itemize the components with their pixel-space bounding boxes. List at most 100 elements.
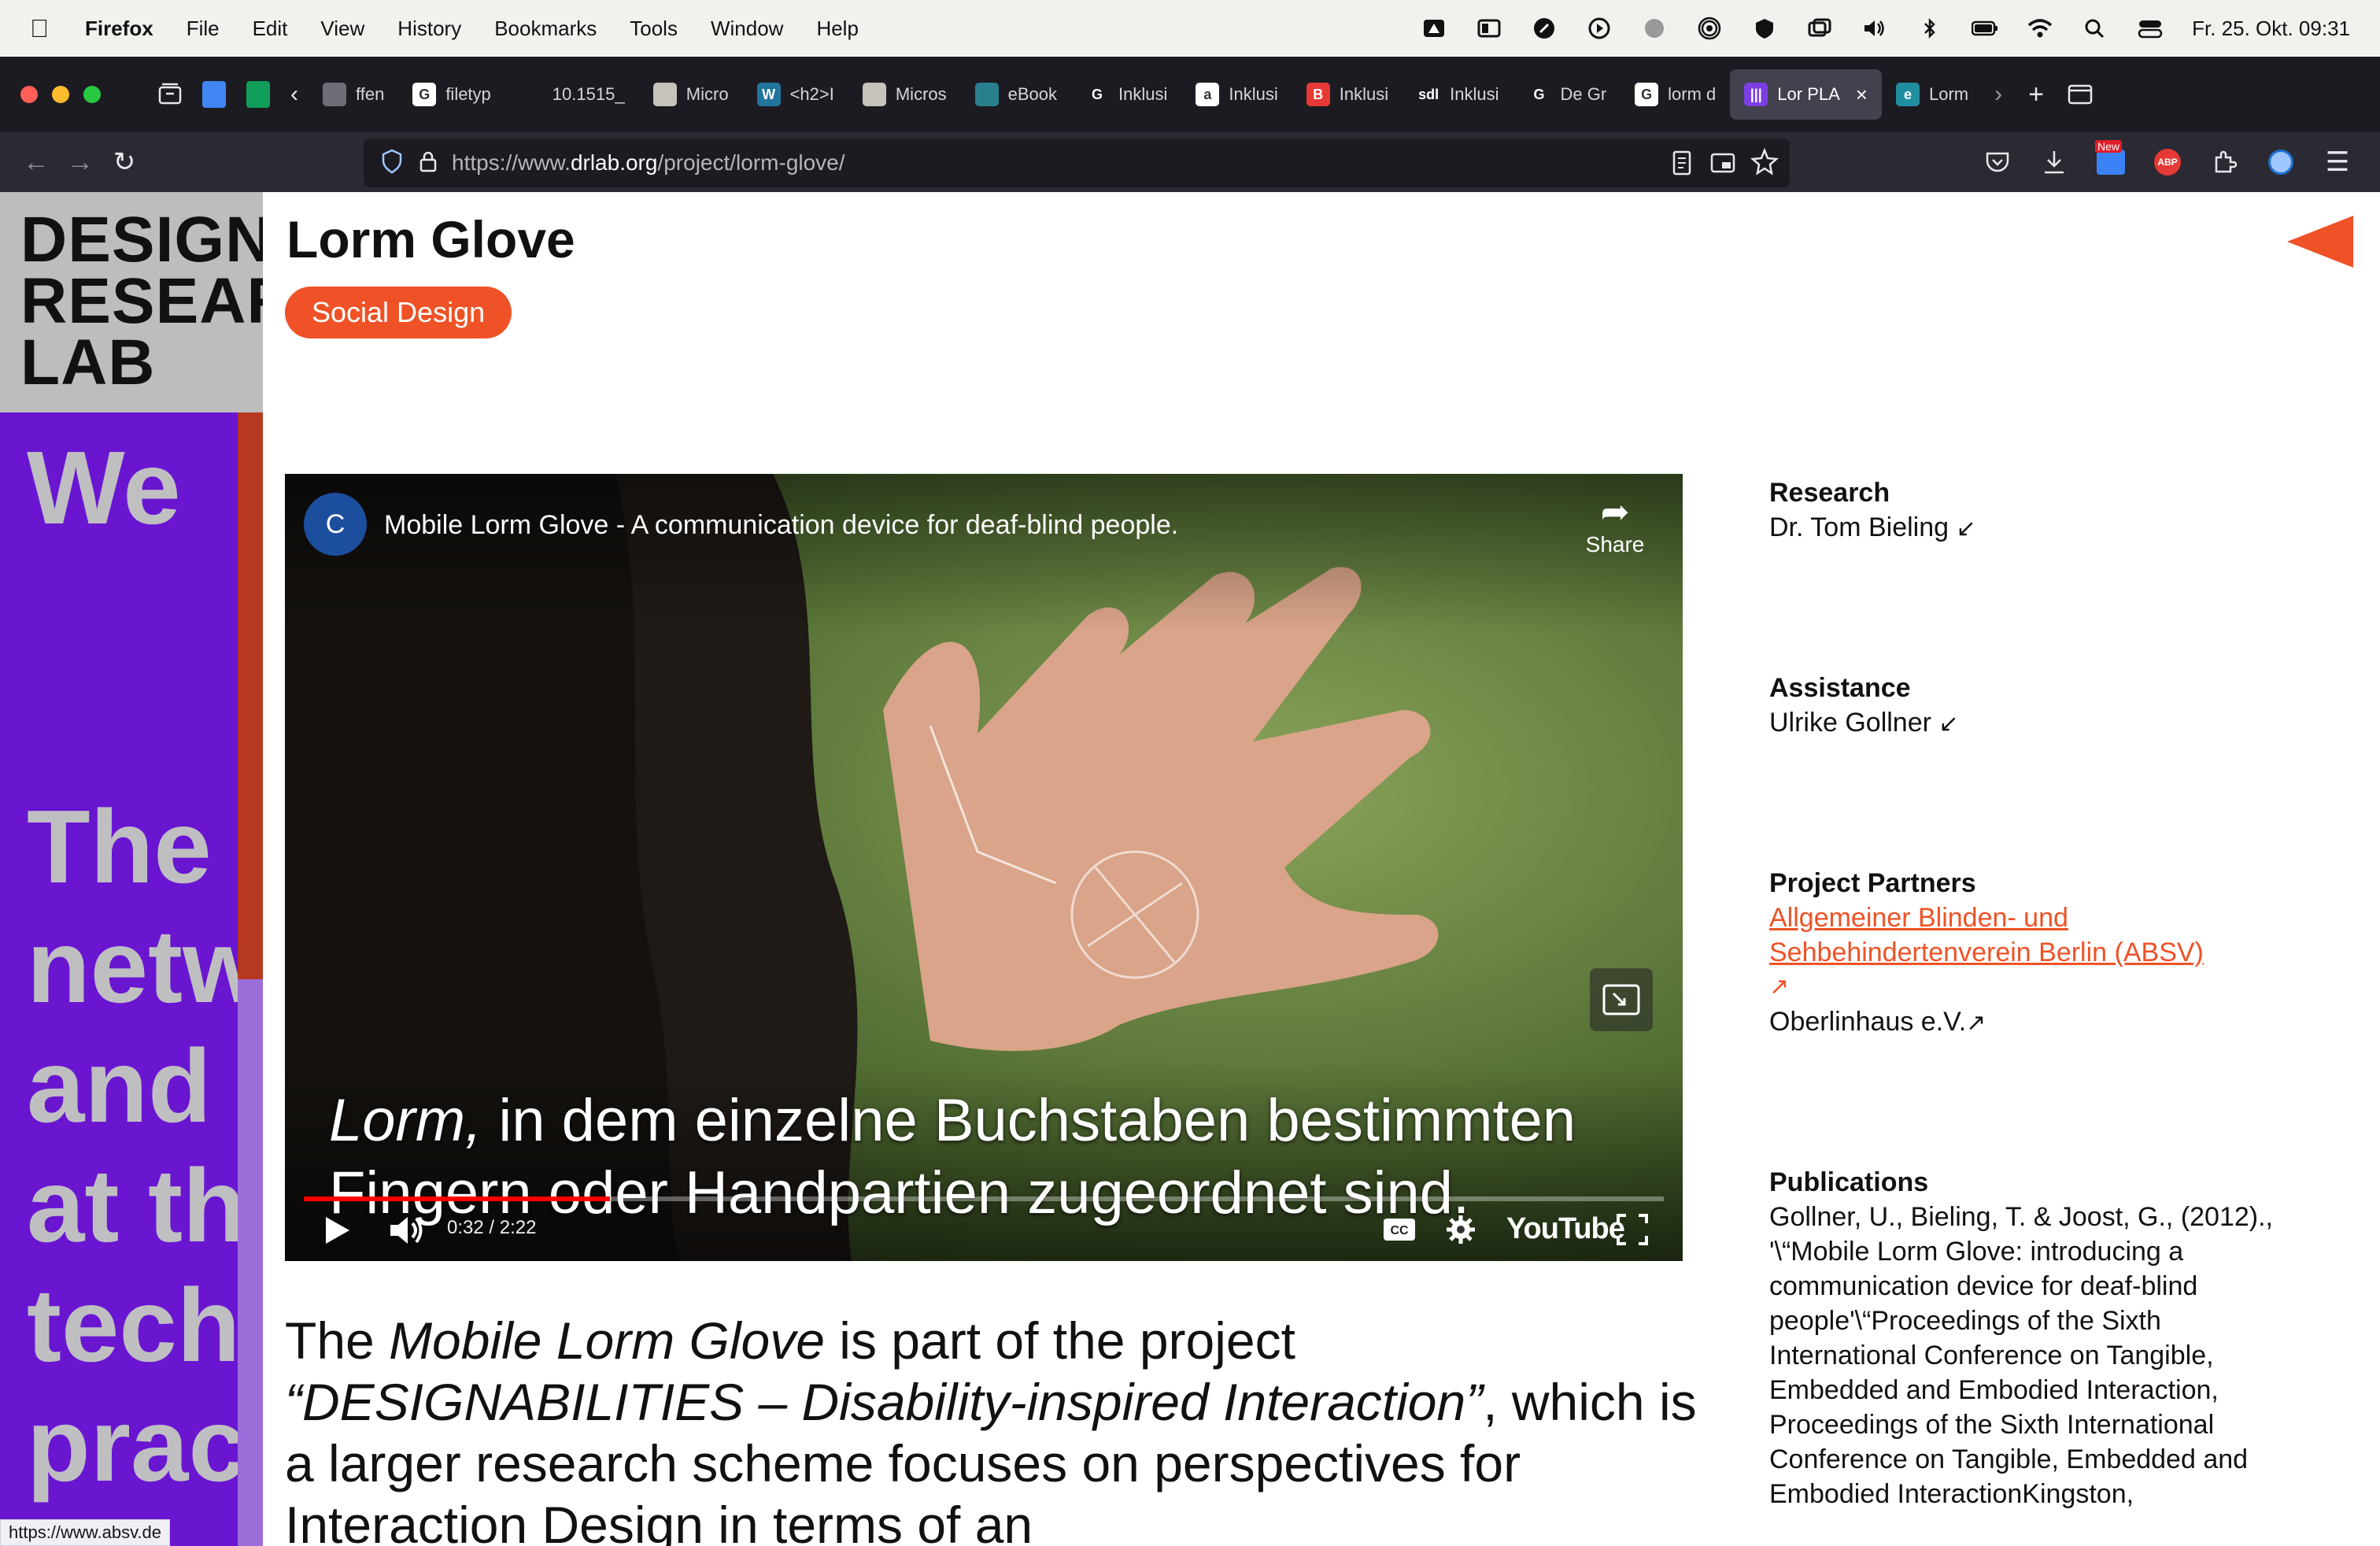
- bookmark-star-icon[interactable]: [1750, 147, 1779, 180]
- bluetooth-icon[interactable]: [1916, 17, 1943, 40]
- back-icon[interactable]: ←: [14, 140, 58, 184]
- miniplayer-icon[interactable]: [1590, 968, 1653, 1031]
- new-tab-icon[interactable]: +: [2014, 72, 2058, 117]
- downloads-icon[interactable]: [2032, 140, 2076, 184]
- apple-icon[interactable]: : [30, 14, 61, 43]
- share-button[interactable]: ➦ Share: [1576, 493, 1654, 557]
- screens-icon[interactable]: [1806, 17, 1833, 40]
- assistance-link[interactable]: Ulrike Gollner ↙: [1769, 705, 2304, 742]
- app-status-icon[interactable]: [1531, 17, 1558, 40]
- minimize-window-button[interactable]: [52, 86, 69, 103]
- category-tag[interactable]: Social Design: [285, 287, 512, 338]
- forward-icon[interactable]: →: [58, 140, 102, 184]
- app-menu-firefox[interactable]: Firefox: [85, 17, 153, 41]
- window-icon[interactable]: [1476, 17, 1502, 40]
- tab-close-icon[interactable]: ×: [1856, 83, 1868, 107]
- tab-label: Inklusi: [1229, 84, 1278, 104]
- side-menu-panel[interactable]: We The network and r at th tech prac: [0, 412, 238, 1546]
- volume-button-icon[interactable]: [387, 1212, 427, 1248]
- partner-absv-link[interactable]: Allgemeiner Blinden- und Sehbehindertenve…: [1769, 903, 2204, 967]
- tracking-shield-icon[interactable]: [381, 149, 403, 178]
- side-strip-violet[interactable]: [238, 979, 263, 1546]
- battery-icon[interactable]: [1972, 17, 1998, 40]
- lock-icon[interactable]: [419, 150, 438, 177]
- tab-label: De Gr: [1560, 84, 1607, 104]
- fullscreen-button-icon[interactable]: [1615, 1212, 1650, 1247]
- firefox-view-icon[interactable]: [148, 72, 192, 117]
- pocket-icon[interactable]: [1975, 140, 2020, 184]
- spotlight-search-icon[interactable]: [2082, 17, 2108, 40]
- channel-avatar[interactable]: C: [304, 493, 367, 556]
- browser-tab[interactable]: Glorm d: [1621, 69, 1730, 120]
- share-icon: ➦: [1600, 493, 1630, 531]
- assistance-section: Assistance Ulrike Gollner ↙: [1769, 671, 2304, 742]
- airdrop-icon[interactable]: [1696, 17, 1723, 40]
- menu-tools[interactable]: Tools: [630, 17, 678, 41]
- extension-new-icon[interactable]: New: [2089, 140, 2133, 184]
- menu-file[interactable]: File: [187, 17, 220, 41]
- shield-icon[interactable]: [1751, 17, 1778, 40]
- browser-tab[interactable]: e Lorm: [1882, 69, 1983, 120]
- video-progress-bar[interactable]: [304, 1196, 1664, 1201]
- settings-gear-icon[interactable]: [1445, 1214, 1476, 1245]
- url-text[interactable]: https://www.drlab.org/project/lorm-glove…: [452, 150, 845, 176]
- drive-icon[interactable]: [1421, 17, 1447, 40]
- menu-edit[interactable]: Edit: [253, 17, 288, 41]
- play-icon[interactable]: [1586, 17, 1613, 40]
- site-logo[interactable]: DESIGN RESEARCH LAB: [0, 192, 263, 412]
- tabs-scroll-left-icon[interactable]: ‹: [280, 72, 309, 117]
- clock[interactable]: Fr. 25. Okt. 09:31: [2192, 17, 2350, 41]
- picture-in-picture-icon[interactable]: [1709, 150, 1736, 180]
- pinned-sheets-icon[interactable]: [236, 72, 280, 117]
- reload-icon[interactable]: ↻: [102, 140, 146, 184]
- menu-history[interactable]: History: [397, 17, 461, 41]
- reader-view-icon[interactable]: [1670, 150, 1694, 180]
- back-arrow-icon[interactable]: [2287, 216, 2353, 268]
- browser-tab[interactable]: Micro: [639, 69, 743, 120]
- zoom-window-button[interactable]: [83, 86, 101, 103]
- browser-tab[interactable]: 10.1515_9: [505, 69, 639, 120]
- url-bar[interactable]: https://www.drlab.org/project/lorm-glove…: [364, 139, 1790, 187]
- browser-tab[interactable]: G De Gr: [1513, 69, 1621, 120]
- wifi-icon[interactable]: [2027, 17, 2053, 40]
- menu-view[interactable]: View: [320, 17, 364, 41]
- control-center-icon[interactable]: [2137, 17, 2164, 40]
- play-button-icon[interactable]: [321, 1212, 353, 1248]
- menu-help[interactable]: Help: [816, 17, 858, 41]
- browser-tab[interactable]: ||| Lor PLA ×: [1730, 69, 1882, 120]
- captions-button-icon[interactable]: CC: [1382, 1217, 1417, 1242]
- menu-window[interactable]: Window: [711, 17, 783, 41]
- youtube-video-player[interactable]: C Mobile Lorm Glove - A communication de…: [285, 474, 1683, 1261]
- browser-tab[interactable]: Micros: [848, 69, 961, 120]
- hamburger-menu-icon[interactable]: ☰: [2315, 140, 2360, 184]
- browser-tab[interactable]: sdl Inklusi: [1402, 69, 1513, 120]
- tab-favicon-icon: [652, 83, 677, 106]
- browser-tab[interactable]: ffen: [309, 69, 398, 120]
- youtube-logo[interactable]: YouTube: [1506, 1212, 1625, 1246]
- browser-tab[interactable]: W <h2>I: [743, 69, 848, 120]
- tab-overview-icon[interactable]: [2058, 72, 2102, 117]
- extensions-puzzle-icon[interactable]: [2202, 140, 2246, 184]
- description-text: is part of the project: [824, 1311, 1295, 1370]
- adblock-plus-icon[interactable]: ABP: [2145, 140, 2190, 184]
- globe-icon[interactable]: [1641, 17, 1668, 40]
- volume-icon[interactable]: [1861, 17, 1888, 40]
- pinned-docs-icon[interactable]: [192, 72, 236, 117]
- partner-oberlinhaus-link[interactable]: Oberlinhaus e.V.↗: [1769, 1004, 2304, 1041]
- close-window-button[interactable]: [20, 86, 38, 103]
- browser-tab[interactable]: eBook: [961, 69, 1071, 120]
- browser-tab[interactable]: a Inklusi: [1181, 69, 1292, 120]
- publications-heading: Publications: [1769, 1167, 1929, 1197]
- browser-tab[interactable]: Gfiletyp: [398, 69, 504, 120]
- video-title[interactable]: Mobile Lorm Glove - A communication devi…: [384, 510, 1178, 541]
- tab-favicon-icon: a: [1196, 83, 1220, 106]
- tab-label: Micro: [686, 84, 729, 104]
- browser-tab[interactable]: G Inklusi: [1071, 69, 1181, 120]
- browser-tab[interactable]: B Inklusi: [1292, 69, 1402, 120]
- research-link[interactable]: Dr. Tom Bieling ↙: [1769, 510, 2304, 546]
- tab-label: eBook: [1007, 84, 1058, 104]
- side-strip-red[interactable]: [238, 412, 263, 979]
- tabs-scroll-right-icon[interactable]: ›: [1983, 72, 2014, 117]
- account-icon[interactable]: [2259, 140, 2303, 184]
- menu-bookmarks[interactable]: Bookmarks: [494, 17, 597, 41]
